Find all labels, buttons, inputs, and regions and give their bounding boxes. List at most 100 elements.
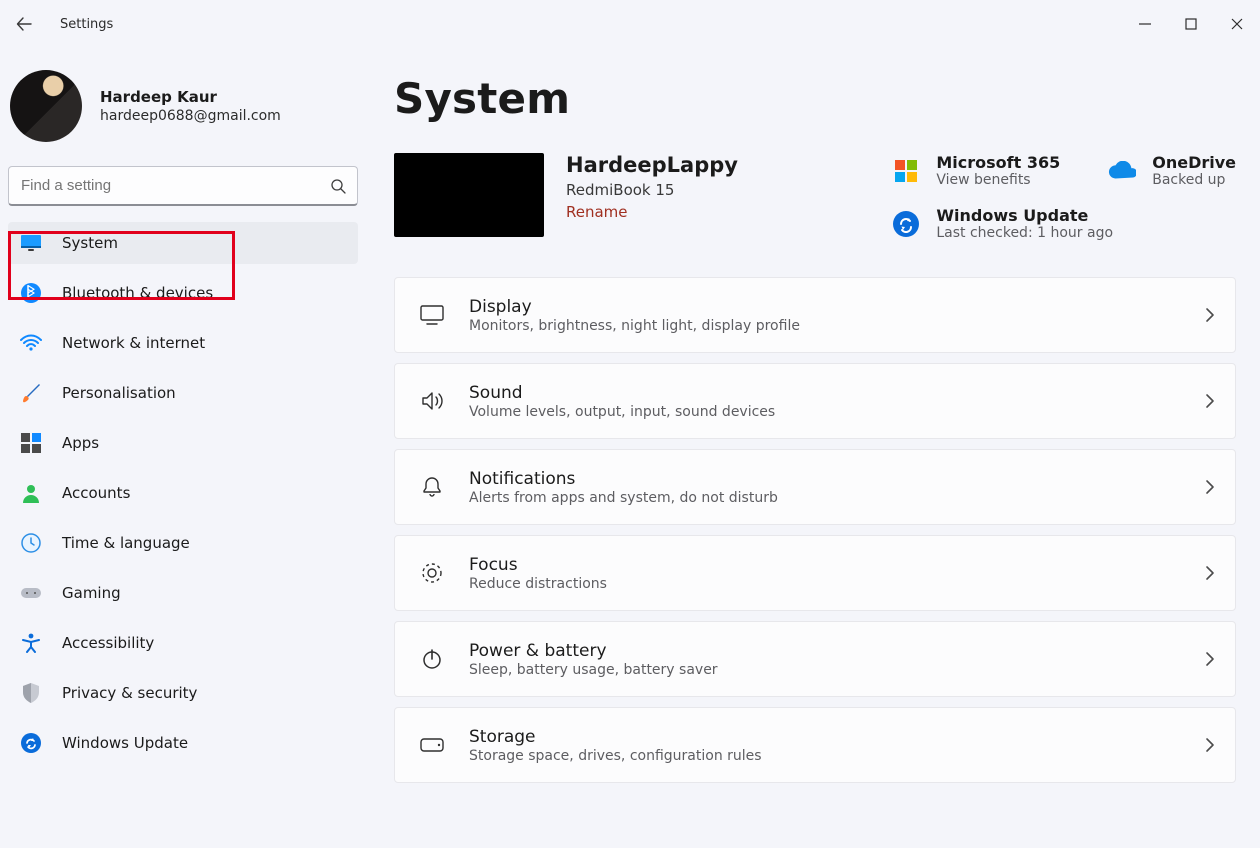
tiles-row-2: Windows Update Last checked: 1 hour ago [892, 206, 1236, 241]
chevron-right-icon [1205, 479, 1215, 495]
nav-accounts[interactable]: Accounts [8, 472, 358, 514]
profile-email: hardeep0688@gmail.com [100, 108, 281, 124]
nav-gaming[interactable]: Gaming [8, 572, 358, 614]
device-row: HardeepLappy RedmiBook 15 Rename Microso… [394, 153, 1236, 241]
tile-onedrive[interactable]: OneDrive Backed up [1108, 153, 1236, 188]
search-input[interactable] [8, 166, 358, 206]
card-text: Power & battery Sleep, battery usage, ba… [469, 641, 718, 678]
clock-icon [20, 532, 42, 554]
card-text: Notifications Alerts from apps and syste… [469, 469, 778, 506]
card-power[interactable]: Power & battery Sleep, battery usage, ba… [394, 621, 1236, 697]
nav-label: Apps [62, 434, 99, 452]
card-title: Display [469, 297, 800, 317]
settings-cards: Display Monitors, brightness, night ligh… [394, 277, 1236, 793]
card-text: Display Monitors, brightness, night ligh… [469, 297, 800, 334]
card-sub: Monitors, brightness, night light, displ… [469, 318, 800, 334]
card-title: Focus [469, 555, 607, 575]
sync-icon [892, 210, 920, 238]
tile-sub: Last checked: 1 hour ago [936, 225, 1113, 241]
cloud-icon [1108, 157, 1136, 185]
card-text: Sound Volume levels, output, input, soun… [469, 383, 775, 420]
close-button[interactable] [1214, 6, 1260, 42]
tile-m365[interactable]: Microsoft 365 View benefits [892, 153, 1060, 188]
card-text: Storage Storage space, drives, configura… [469, 727, 762, 764]
arrow-left-icon [16, 16, 32, 32]
nav-label: Privacy & security [62, 684, 197, 702]
main: Hardeep Kaur hardeep0688@gmail.com Syste… [0, 48, 1260, 848]
accessibility-icon [20, 632, 42, 654]
back-button[interactable] [10, 10, 38, 38]
card-text: Focus Reduce distractions [469, 555, 607, 592]
card-storage[interactable]: Storage Storage space, drives, configura… [394, 707, 1236, 783]
sidebar: Hardeep Kaur hardeep0688@gmail.com Syste… [0, 48, 358, 848]
nav-accessibility[interactable]: Accessibility [8, 622, 358, 664]
nav-label: Bluetooth & devices [62, 284, 213, 302]
nav-label: Accounts [62, 484, 130, 502]
page-title: System [394, 74, 1236, 123]
bell-icon [419, 474, 445, 500]
maximize-icon [1185, 18, 1197, 30]
nav-privacy[interactable]: Privacy & security [8, 672, 358, 714]
card-sub: Sleep, battery usage, battery saver [469, 662, 718, 678]
nav: System Bluetooth & devices Network & int… [8, 222, 358, 764]
rename-link[interactable]: Rename [566, 203, 738, 221]
profile-text: Hardeep Kaur hardeep0688@gmail.com [100, 88, 281, 124]
minimize-button[interactable] [1122, 6, 1168, 42]
nav-label: Time & language [62, 534, 190, 552]
chevron-right-icon [1205, 651, 1215, 667]
bluetooth-icon [20, 282, 42, 304]
tiles-row-1: Microsoft 365 View benefits OneDrive Bac… [892, 153, 1236, 188]
minimize-icon [1139, 18, 1151, 30]
focus-icon [419, 560, 445, 586]
storage-icon [419, 732, 445, 758]
tile-text: Windows Update Last checked: 1 hour ago [936, 206, 1113, 241]
window-controls [1122, 6, 1260, 42]
card-display[interactable]: Display Monitors, brightness, night ligh… [394, 277, 1236, 353]
search-wrap [8, 166, 358, 206]
chevron-right-icon [1205, 307, 1215, 323]
tile-text: Microsoft 365 View benefits [936, 153, 1060, 188]
search-icon [330, 178, 346, 194]
app-title: Settings [60, 17, 113, 32]
nav-label: Network & internet [62, 334, 205, 352]
tile-sub: Backed up [1152, 172, 1236, 188]
nav-network[interactable]: Network & internet [8, 322, 358, 364]
card-sound[interactable]: Sound Volume levels, output, input, soun… [394, 363, 1236, 439]
card-title: Notifications [469, 469, 778, 489]
card-focus[interactable]: Focus Reduce distractions [394, 535, 1236, 611]
nav-time-language[interactable]: Time & language [8, 522, 358, 564]
chevron-right-icon [1205, 565, 1215, 581]
person-icon [20, 482, 42, 504]
nav-apps[interactable]: Apps [8, 422, 358, 464]
card-sub: Reduce distractions [469, 576, 607, 592]
card-title: Power & battery [469, 641, 718, 661]
nav-windows-update[interactable]: Windows Update [8, 722, 358, 764]
card-title: Storage [469, 727, 762, 747]
tile-windows-update[interactable]: Windows Update Last checked: 1 hour ago [892, 206, 1113, 241]
chevron-right-icon [1205, 737, 1215, 753]
device-model: RedmiBook 15 [566, 181, 738, 199]
tile-title: OneDrive [1152, 153, 1236, 172]
card-notifications[interactable]: Notifications Alerts from apps and syste… [394, 449, 1236, 525]
chevron-right-icon [1205, 393, 1215, 409]
close-icon [1231, 18, 1243, 30]
tile-title: Microsoft 365 [936, 153, 1060, 172]
sound-icon [419, 388, 445, 414]
system-icon [20, 232, 42, 254]
profile-name: Hardeep Kaur [100, 88, 281, 106]
nav-system[interactable]: System [8, 222, 358, 264]
card-sub: Volume levels, output, input, sound devi… [469, 404, 775, 420]
nav-label: Personalisation [62, 384, 176, 402]
nav-personalisation[interactable]: Personalisation [8, 372, 358, 414]
gamepad-icon [20, 582, 42, 604]
nav-label: Windows Update [62, 734, 188, 752]
maximize-button[interactable] [1168, 6, 1214, 42]
status-tiles: Microsoft 365 View benefits OneDrive Bac… [892, 153, 1236, 241]
card-sub: Alerts from apps and system, do not dist… [469, 490, 778, 506]
update-icon [20, 732, 42, 754]
nav-bluetooth[interactable]: Bluetooth & devices [8, 272, 358, 314]
card-title: Sound [469, 383, 775, 403]
apps-icon [20, 432, 42, 454]
profile-block[interactable]: Hardeep Kaur hardeep0688@gmail.com [8, 70, 358, 166]
titlebar-left: Settings [10, 10, 113, 38]
